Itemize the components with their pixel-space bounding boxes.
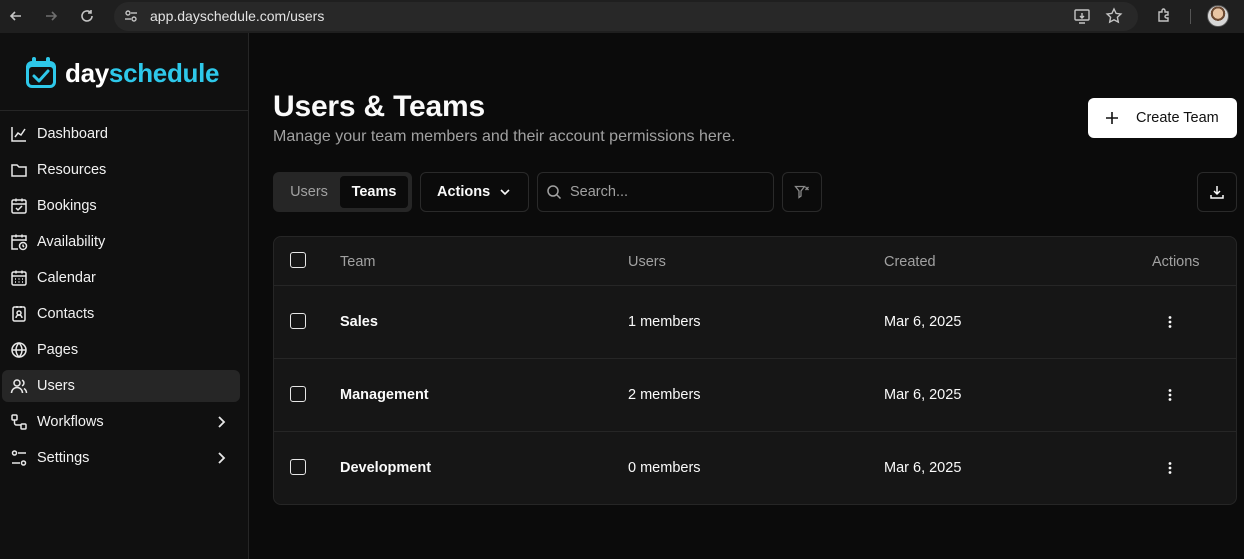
column-header-created[interactable]: Created xyxy=(884,254,936,270)
select-all-checkbox[interactable] xyxy=(290,252,306,268)
table-header: Team Users Created Actions xyxy=(274,237,1236,286)
sidebar-item-label: Pages xyxy=(37,342,79,358)
sidebar-item-dashboard[interactable]: Dashboard xyxy=(2,118,240,150)
calendar-grid-icon xyxy=(10,269,28,287)
team-name[interactable]: Sales xyxy=(340,314,378,330)
site-settings-icon[interactable] xyxy=(122,7,140,25)
sidebar-divider xyxy=(0,110,248,111)
back-icon[interactable] xyxy=(5,5,27,27)
member-count: 2 members xyxy=(628,387,701,403)
chevron-right-icon[interactable] xyxy=(212,449,230,467)
sidebar-item-settings[interactable]: Settings xyxy=(2,442,240,474)
globe-icon xyxy=(10,341,28,359)
search-input[interactable] xyxy=(570,181,765,203)
search-field[interactable] xyxy=(537,172,774,212)
sidebar-item-workflows[interactable]: Workflows xyxy=(2,406,240,438)
contact-card-icon xyxy=(10,305,28,323)
sliders-icon xyxy=(10,449,28,467)
created-date: Mar 6, 2025 xyxy=(884,460,962,476)
table-row[interactable]: Sales 1 members Mar 6, 2025 xyxy=(274,286,1236,359)
page-title: Users & Teams xyxy=(273,90,485,123)
logo-wordmark: dayschedule xyxy=(65,55,220,91)
column-header-users[interactable]: Users xyxy=(628,254,666,270)
forward-icon[interactable] xyxy=(40,5,62,27)
logo-word-day: day xyxy=(65,58,109,88)
table-row[interactable]: Development 0 members Mar 6, 2025 xyxy=(274,432,1236,504)
view-tabs: Users Teams xyxy=(273,172,412,212)
calendar-check-icon xyxy=(10,197,28,215)
sidebar-item-label: Bookings xyxy=(37,198,97,214)
more-vertical-icon[interactable] xyxy=(1162,460,1178,476)
sidebar-item-label: Settings xyxy=(37,450,90,466)
chevron-down-icon xyxy=(497,184,513,200)
workflow-icon xyxy=(10,413,28,431)
main-content: Users & Teams Manage your team members a… xyxy=(249,33,1244,559)
created-date: Mar 6, 2025 xyxy=(884,387,962,403)
calendar-check-logo-icon xyxy=(26,57,56,88)
browser-toolbar: app.dayschedule.com/users xyxy=(0,0,1244,33)
create-team-button[interactable]: Create Team xyxy=(1088,98,1237,138)
actions-label: Actions xyxy=(437,184,491,200)
created-date: Mar 6, 2025 xyxy=(884,314,962,330)
filter-x-icon xyxy=(794,184,810,200)
table-row[interactable]: Management 2 members Mar 6, 2025 xyxy=(274,359,1236,432)
team-name[interactable]: Management xyxy=(340,387,429,403)
sidebar-item-label: Availability xyxy=(37,234,106,250)
row-checkbox[interactable] xyxy=(290,386,306,402)
create-team-label: Create Team xyxy=(1136,110,1219,126)
dayschedule-logo[interactable]: dayschedule xyxy=(23,55,220,91)
plus-icon xyxy=(1103,109,1121,127)
sidebar-item-label: Resources xyxy=(37,162,107,178)
sidebar-item-label: Calendar xyxy=(37,270,96,286)
sidebar-item-label: Contacts xyxy=(37,306,95,322)
row-checkbox[interactable] xyxy=(290,459,306,475)
folder-icon xyxy=(10,161,28,179)
download-button[interactable] xyxy=(1197,172,1237,212)
tab-users[interactable]: Users xyxy=(279,176,339,208)
member-count: 1 members xyxy=(628,314,701,330)
chart-line-icon xyxy=(10,125,28,143)
more-vertical-icon[interactable] xyxy=(1162,314,1178,330)
sidebar-item-label: Users xyxy=(37,378,75,394)
bookmark-star-icon[interactable] xyxy=(1103,5,1125,27)
search-icon xyxy=(546,184,562,200)
sidebar-nav: Dashboard Resources Bookings Availabilit… xyxy=(2,118,240,478)
row-checkbox[interactable] xyxy=(290,313,306,329)
teams-table: Team Users Created Actions Sales 1 membe… xyxy=(273,236,1237,505)
column-header-team[interactable]: Team xyxy=(340,254,375,270)
extensions-icon[interactable] xyxy=(1153,5,1175,27)
users-icon xyxy=(10,377,28,395)
profile-avatar[interactable] xyxy=(1207,5,1229,27)
chevron-right-icon[interactable] xyxy=(212,413,230,431)
url-text[interactable]: app.dayschedule.com/users xyxy=(150,8,324,24)
sidebar: dayschedule Dashboard Resources Bookings… xyxy=(0,33,249,559)
sidebar-item-label: Workflows xyxy=(37,414,104,430)
member-count: 0 members xyxy=(628,460,701,476)
address-bar[interactable]: app.dayschedule.com/users xyxy=(114,2,1138,31)
sidebar-item-label: Dashboard xyxy=(37,126,108,142)
more-vertical-icon[interactable] xyxy=(1162,387,1178,403)
sidebar-item-resources[interactable]: Resources xyxy=(2,154,240,186)
column-header-actions: Actions xyxy=(1152,254,1200,270)
sidebar-item-users[interactable]: Users xyxy=(2,370,240,402)
reload-icon[interactable] xyxy=(76,5,98,27)
sidebar-item-availability[interactable]: Availability xyxy=(2,226,240,258)
sidebar-item-bookings[interactable]: Bookings xyxy=(2,190,240,222)
actions-dropdown-button[interactable]: Actions xyxy=(420,172,529,212)
clear-filter-button[interactable] xyxy=(782,172,822,212)
calendar-clock-icon xyxy=(10,233,28,251)
install-app-icon[interactable] xyxy=(1071,5,1093,27)
page-subtitle: Manage your team members and their accou… xyxy=(273,128,736,145)
logo-word-schedule: schedule xyxy=(108,58,220,88)
sidebar-item-contacts[interactable]: Contacts xyxy=(2,298,240,330)
toolbar-divider xyxy=(1190,9,1191,24)
sidebar-item-calendar[interactable]: Calendar xyxy=(2,262,240,294)
team-name[interactable]: Development xyxy=(340,460,431,476)
download-icon xyxy=(1209,184,1225,200)
sidebar-item-pages[interactable]: Pages xyxy=(2,334,240,366)
tab-teams[interactable]: Teams xyxy=(340,176,408,208)
